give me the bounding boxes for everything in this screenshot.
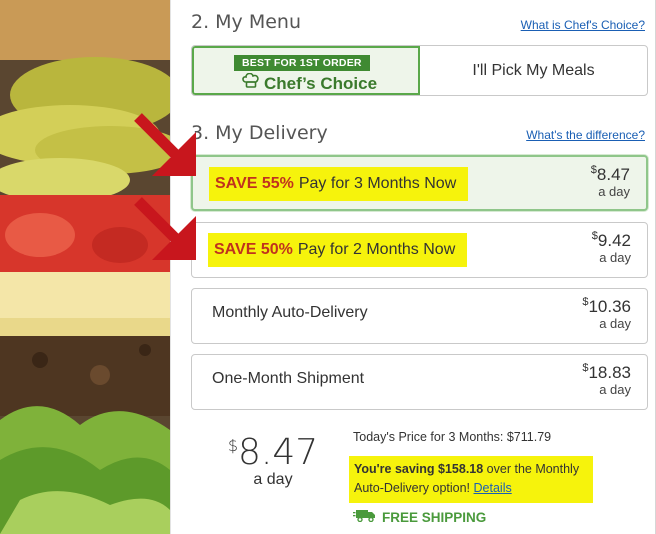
save-highlight: SAVE 55% Pay for 3 Months Now: [209, 167, 469, 201]
delivery-option-one-month[interactable]: One-Month Shipment $18.83 a day: [191, 354, 648, 410]
todays-price-text: Today's Price for 3 Months: $711.79: [353, 430, 552, 444]
price-value: 8.47: [596, 165, 630, 184]
price-value: 10.36: [588, 297, 631, 316]
savings-amount: You're saving $158.18: [354, 462, 484, 476]
delivery-option-2-months[interactable]: SAVE 50% Pay for 2 Months Now $9.42 a da…: [191, 222, 648, 278]
chefs-choice-row: Chef’s Choice: [242, 72, 378, 94]
price-per: a day: [598, 184, 630, 199]
save-highlight: SAVE 50% Pay for 2 Months Now: [208, 233, 468, 267]
option-price: $10.36 a day: [582, 296, 631, 331]
chefs-choice-label: Chef’s Choice: [264, 73, 378, 93]
delivery-option-monthly-auto[interactable]: Monthly Auto-Delivery $10.36 a day: [191, 288, 648, 344]
menu-section-title: 2. My Menu: [191, 11, 302, 33]
delivery-section-title: 3. My Delivery: [191, 122, 328, 144]
pick-my-meals-option[interactable]: I'll Pick My Meals: [420, 46, 647, 95]
save-percent: SAVE 50%: [214, 241, 293, 258]
currency-symbol: $: [227, 436, 239, 455]
option-price: $9.42 a day: [591, 230, 631, 265]
best-first-order-badge: BEST FOR 1ST ORDER: [234, 55, 370, 71]
currency-symbol: $: [590, 164, 597, 176]
currency-symbol: $: [582, 296, 589, 308]
currency-symbol: $: [591, 230, 598, 242]
option-price: $18.83 a day: [582, 362, 631, 397]
price-value: 18.83: [588, 363, 631, 382]
free-shipping-label: FREE SHIPPING: [382, 509, 487, 525]
delivery-difference-help-link[interactable]: What's the difference?: [526, 128, 645, 142]
option-label: Pay for 3 Months Now: [298, 175, 457, 192]
chefs-choice-help-link[interactable]: What is Chef's Choice?: [521, 18, 645, 32]
delivery-option-3-months[interactable]: SAVE 55% Pay for 3 Months Now $8.47 a da…: [191, 155, 648, 211]
chefs-choice-option[interactable]: BEST FOR 1ST ORDER Chef’s Choice: [192, 46, 420, 95]
price-per: a day: [599, 250, 631, 265]
details-link[interactable]: Details: [474, 481, 512, 495]
order-panel: 2. My Menu What is Chef's Choice? BEST F…: [170, 0, 656, 534]
savings-callout: You're saving $158.18 over the Monthly A…: [349, 456, 593, 503]
burger-photo: [0, 0, 170, 534]
option-label: One-Month Shipment: [212, 370, 365, 387]
free-shipping: FREE SHIPPING: [353, 509, 486, 525]
currency-symbol: $: [582, 362, 589, 374]
save-percent: SAVE 55%: [215, 175, 294, 192]
chef-hat-icon: [242, 72, 260, 94]
option-price: $8.47 a day: [590, 164, 630, 199]
truck-icon: [353, 509, 377, 525]
option-label: Pay for 2 Months Now: [297, 241, 456, 258]
price-value: 9.42: [597, 231, 631, 250]
menu-choice-toggle: BEST FOR 1ST ORDER Chef’s Choice I'll Pi…: [191, 45, 648, 96]
price-per: a day: [599, 382, 631, 397]
summary-price-per: a day: [253, 471, 293, 488]
price-per: a day: [599, 316, 631, 331]
summary-price-value: 8.47: [238, 432, 319, 473]
summary-price: $8.47 a day: [223, 432, 323, 489]
option-label: Monthly Auto-Delivery: [212, 304, 368, 321]
